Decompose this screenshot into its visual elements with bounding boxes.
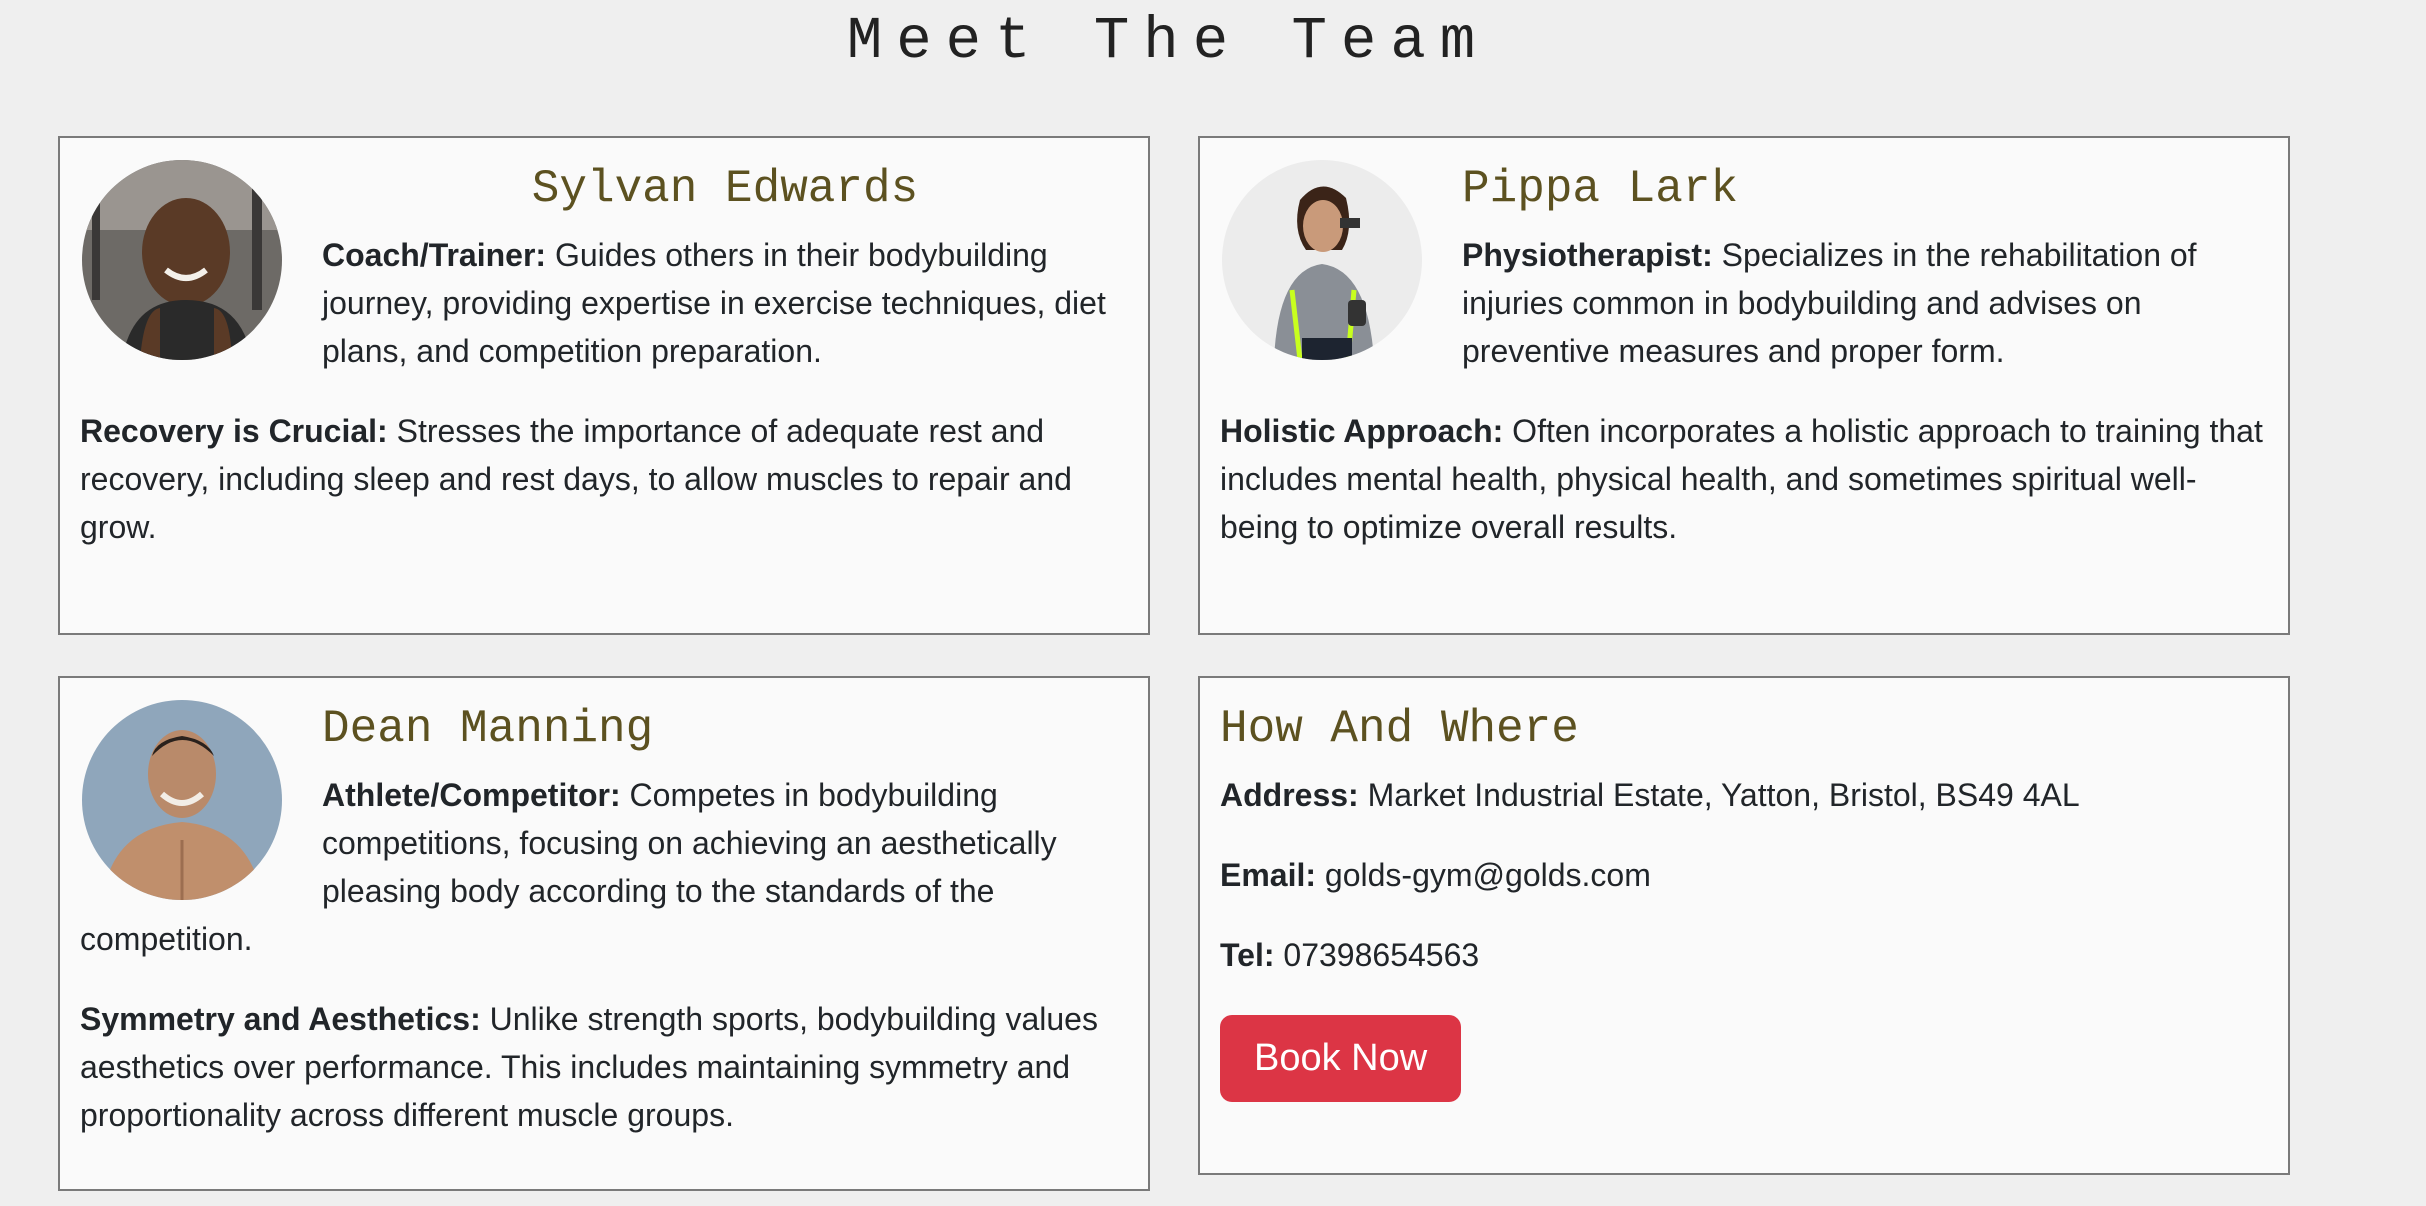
address-line: Address: Market Industrial Estate, Yatto… <box>1220 771 2268 819</box>
member-point: Symmetry and Aesthetics: Unlike strength… <box>80 995 1128 1139</box>
contact-card: How And Where Address: Market Industrial… <box>1198 676 2290 1175</box>
email-value: golds-gym@golds.com <box>1316 857 1651 894</box>
point-label: Symmetry and Aesthetics: <box>80 1001 481 1038</box>
team-member-card: Sylvan Edwards Coach/Trainer: Guides oth… <box>58 136 1150 635</box>
avatar <box>1222 160 1422 360</box>
role-label: Coach/Trainer: <box>322 237 547 274</box>
team-member-card: Pippa Lark Physiotherapist: Specializes … <box>1198 136 2290 635</box>
address-label: Address: <box>1220 777 1359 814</box>
member-photo <box>82 160 282 360</box>
member-point: Holistic Approach: Often incorporates a … <box>1220 407 2268 551</box>
contact-title: How And Where <box>1220 703 1579 755</box>
member-photo <box>1222 160 1422 360</box>
role-label: Physiotherapist: <box>1462 237 1713 274</box>
tel-line: Tel: 07398654563 <box>1220 931 2268 979</box>
point-label: Recovery is Crucial: <box>80 413 388 450</box>
member-point: Recovery is Crucial: Stresses the import… <box>80 407 1128 551</box>
tel-label: Tel: <box>1220 937 1275 974</box>
avatar <box>82 700 282 900</box>
point-label: Holistic Approach: <box>1220 413 1504 450</box>
email-label: Email: <box>1220 857 1317 894</box>
page-title: Meet The Team <box>846 8 1490 75</box>
avatar <box>82 160 282 360</box>
book-now-button[interactable]: Book Now <box>1220 1015 1462 1103</box>
member-photo <box>82 700 282 900</box>
address-value: Market Industrial Estate, Yatton, Bristo… <box>1358 777 2080 814</box>
team-member-card: Dean Manning Athlete/Competitor: Compete… <box>58 676 1150 1191</box>
tel-value: 07398654563 <box>1274 937 1480 974</box>
role-label: Athlete/Competitor: <box>322 777 621 814</box>
email-line: Email: golds-gym@golds.com <box>1220 851 2268 899</box>
